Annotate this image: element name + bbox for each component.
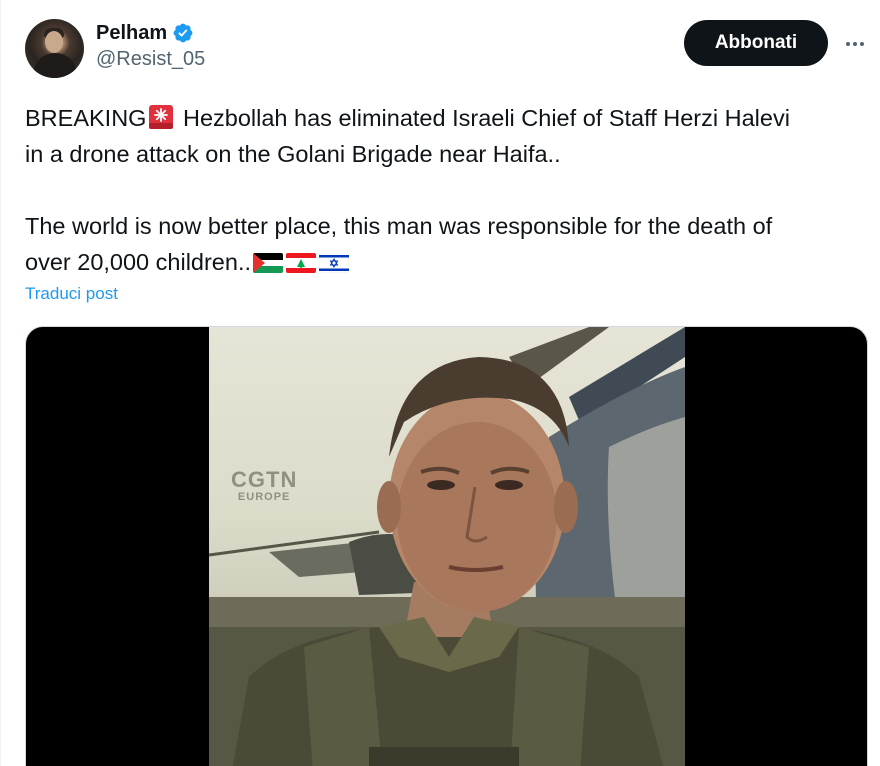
video-watermark: CGTN EUROPE: [231, 467, 297, 503]
watermark-main: CGTN: [231, 467, 298, 492]
verified-badge-icon[interactable]: [172, 22, 194, 44]
author-handle[interactable]: @Resist_05: [96, 48, 205, 71]
avatar-shoulders: [33, 53, 77, 78]
author-info: Pelham @Resist_05: [96, 20, 205, 71]
tweet-line-1: BREAKING Hezbollah has eliminated Israel…: [25, 100, 870, 136]
dot: [860, 42, 864, 46]
author-display-name[interactable]: Pelham: [96, 22, 167, 45]
dot: [846, 42, 850, 46]
avatar-face: [45, 31, 63, 53]
tweet-line-4: over 20,000 children..: [25, 244, 870, 280]
follow-button[interactable]: Abbonati: [684, 20, 828, 66]
dot: [853, 42, 857, 46]
israel-flag-icon: [319, 253, 350, 273]
flag-emojis: [253, 253, 350, 273]
video-still-image: [209, 327, 685, 766]
tweet-text: BREAKING Hezbollah has eliminated Israel…: [25, 100, 870, 280]
rotating-light-emoji-icon: [149, 105, 174, 129]
video-frame[interactable]: CGTN EUROPE: [209, 327, 685, 766]
breaking-label: BREAKING: [25, 105, 147, 131]
avatar[interactable]: [25, 19, 84, 78]
breaking-headline: Hezbollah has eliminated Israeli Chief o…: [176, 105, 790, 131]
translate-post-link[interactable]: Traduci post: [25, 284, 118, 304]
more-horizontal-icon[interactable]: [843, 32, 867, 56]
name-row: Pelham: [96, 20, 205, 46]
tweet-line-2: in a drone attack on the Golani Brigade …: [25, 141, 561, 167]
video-media[interactable]: CGTN EUROPE: [25, 326, 868, 766]
lebanon-flag-icon: [286, 253, 317, 273]
timeline-divider: [0, 0, 1, 766]
watermark-sub: EUROPE: [237, 491, 291, 503]
tweet-header: Pelham @Resist_05 Abbonati: [25, 18, 870, 80]
tweet-line-4-text: over 20,000 children..: [25, 249, 252, 275]
tweet-line-3: The world is now better place, this man …: [25, 213, 773, 239]
palestine-flag-icon: [253, 253, 284, 273]
